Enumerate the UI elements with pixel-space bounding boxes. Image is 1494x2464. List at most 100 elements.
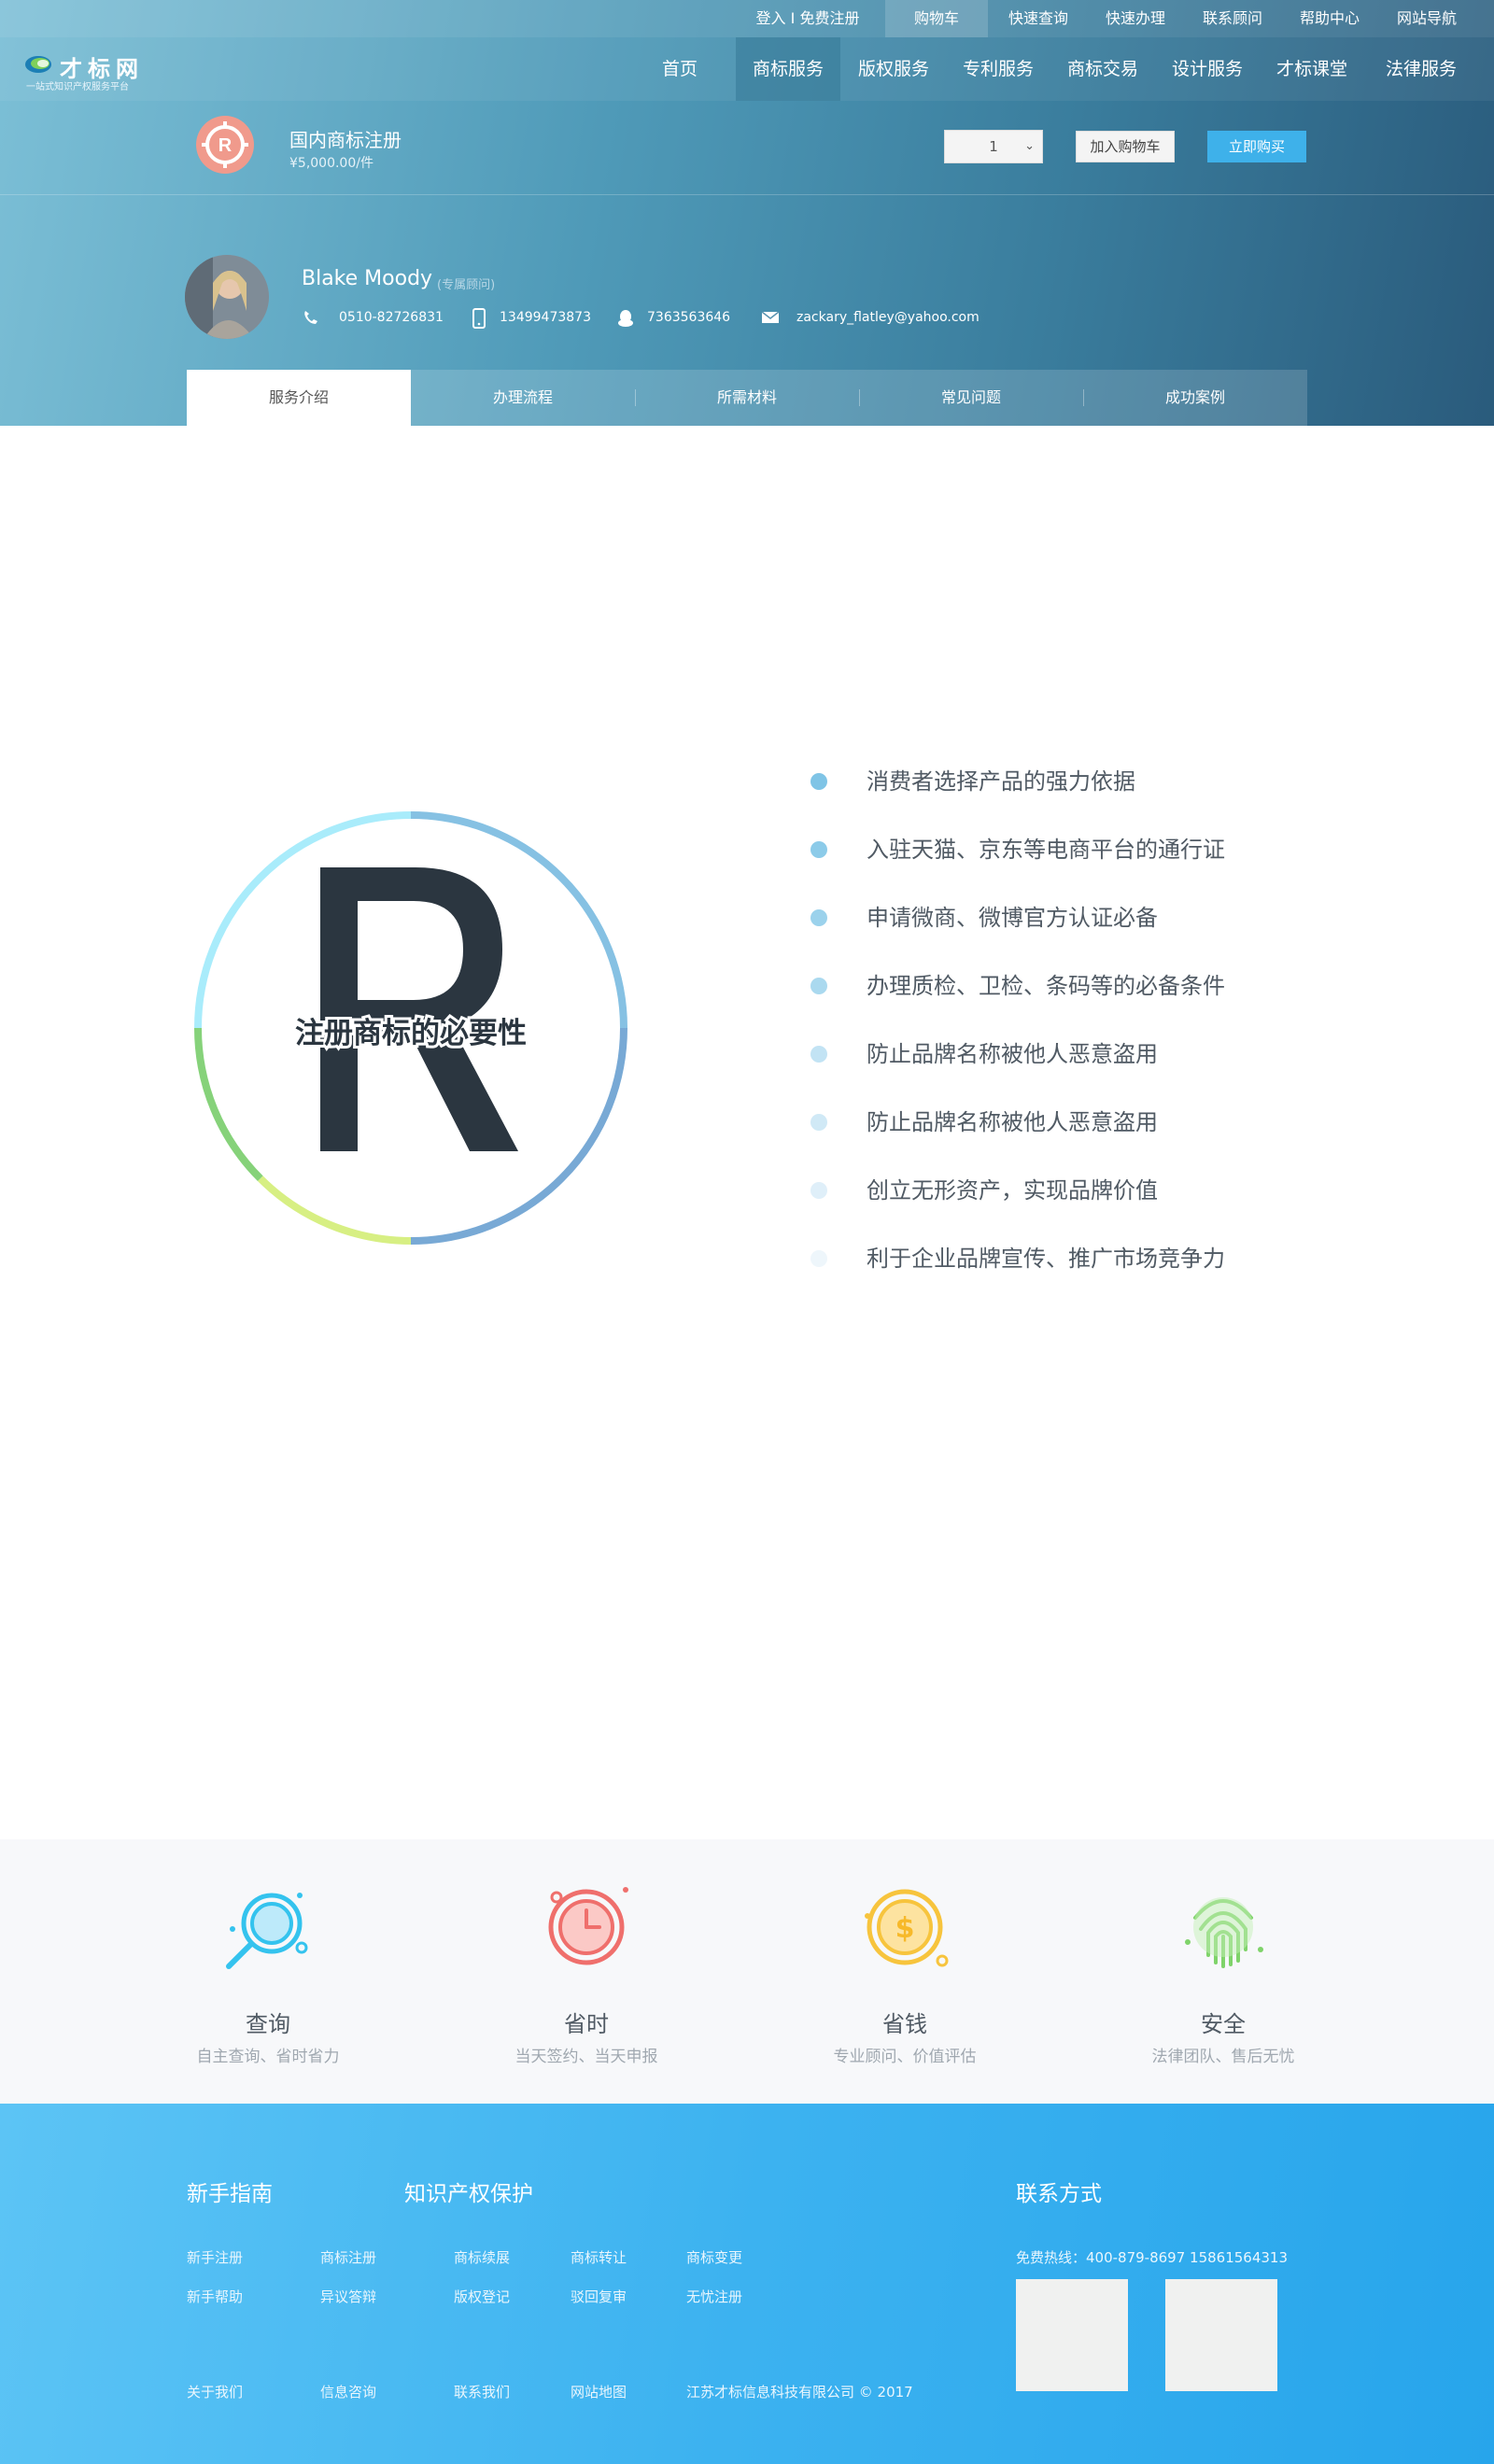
footer-link[interactable]: 网站地图	[571, 2382, 627, 2401]
svg-text:R: R	[218, 135, 233, 156]
coin-icon: $	[865, 1889, 949, 1967]
header-hero: 登入 I 免费注册 购物车 快速查询 快速办理 联系顾问 帮助中心 网站导航 才…	[0, 0, 1494, 426]
feature-save-money: $ 省钱 专业顾问、价值评估	[765, 1839, 1045, 2104]
footer-hotline: 免费热线：400-879-8697 15861564313	[1016, 2249, 1289, 2266]
necessity-item-text: 创立无形资产，实现品牌价值	[867, 1177, 1158, 1204]
nav-legal-service[interactable]: 法律服务	[1366, 37, 1476, 101]
feature-title: 省时	[564, 2011, 609, 2037]
footer-link[interactable]: 信息咨询	[320, 2382, 376, 2401]
buy-now-button[interactable]: 立即购买	[1207, 131, 1306, 162]
bullet-dot-icon	[810, 841, 827, 858]
qq-info: 7363563646	[616, 306, 747, 329]
footer-link[interactable]: 新手注册	[187, 2247, 243, 2267]
feature-subtitle: 法律团队、售后无忧	[1151, 2048, 1295, 2066]
phone-info: 0510-82726831	[302, 306, 451, 329]
chevron-down-icon: ⌄	[1024, 139, 1035, 153]
cart-link[interactable]: 购物车	[885, 0, 988, 37]
necessity-item-text: 利于企业品牌宣传、推广市场竞争力	[867, 1246, 1225, 1272]
tab-service-intro[interactable]: 服务介绍	[187, 370, 411, 426]
footer-link[interactable]: 商标续展	[454, 2247, 510, 2267]
mobile-info: 13499473873	[470, 306, 600, 329]
avatar	[185, 255, 269, 339]
bullet-dot-icon	[810, 909, 827, 926]
nav-patent-service[interactable]: 专利服务	[948, 37, 1049, 101]
tab-process[interactable]: 办理流程	[411, 370, 635, 426]
quick-handle-link[interactable]: 快速办理	[1089, 0, 1182, 37]
feature-security: 安全 法律团队、售后无忧	[1083, 1839, 1363, 2104]
help-center-link[interactable]: 帮助中心	[1283, 0, 1376, 37]
necessity-title: 注册商标的必要性	[295, 1017, 527, 1050]
footer-link[interactable]: 驳回复审	[571, 2287, 627, 2306]
phone-icon	[304, 311, 317, 324]
add-to-cart-button[interactable]: 加入购物车	[1076, 131, 1175, 162]
service-tabs: 服务介绍 办理流程 所需材料 常见问题 成功案例	[187, 370, 1307, 426]
footer-link[interactable]: 商标变更	[686, 2247, 742, 2267]
footer-link[interactable]: 无忧注册	[686, 2287, 742, 2306]
nav-design-service[interactable]: 设计服务	[1157, 37, 1258, 101]
nav-trademark-trade[interactable]: 商标交易	[1052, 37, 1153, 101]
tab-faq[interactable]: 常见问题	[859, 370, 1083, 426]
quantity-value: 1	[989, 138, 998, 155]
consultant-role: (专属顾问)	[437, 278, 496, 292]
qq-number: 7363563646	[647, 310, 731, 325]
necessity-item-text: 办理质检、卫检、条码等的必备条件	[867, 973, 1225, 999]
email-info: zackary_flatley@yahoo.com	[761, 306, 994, 329]
footer: 新手指南 知识产权保护 联系方式 新手注册 新手帮助 商标注册 异议答辩 商标续…	[0, 2104, 1494, 2464]
qr-code	[1165, 2279, 1277, 2391]
consultant-name: Blake Moody	[302, 267, 433, 290]
footer-link[interactable]: 关于我们	[187, 2382, 243, 2401]
logo-mark-icon	[25, 56, 51, 73]
mail-icon	[761, 311, 780, 323]
quantity-select[interactable]: 1 ⌄	[944, 130, 1043, 163]
nav-classroom[interactable]: 才标课堂	[1261, 37, 1362, 101]
bullet-dot-icon	[810, 1046, 827, 1063]
registered-trademark-icon: R	[196, 116, 254, 174]
bullet-dot-icon	[810, 1182, 827, 1199]
mobile-number: 13499473873	[500, 310, 591, 325]
footer-link[interactable]: 新手帮助	[187, 2287, 243, 2306]
footer-link[interactable]: 商标转让	[571, 2247, 627, 2267]
necessity-item-text: 防止品牌名称被他人恶意盗用	[867, 1041, 1158, 1067]
tab-materials[interactable]: 所需材料	[635, 370, 859, 426]
footer-contact-title: 联系方式	[1016, 2182, 1102, 2206]
footer-link[interactable]: 版权登记	[454, 2287, 510, 2306]
bullet-dot-icon	[810, 978, 827, 994]
feature-title: 省钱	[882, 2011, 927, 2037]
bullet-dot-icon	[810, 1114, 827, 1131]
feature-subtitle: 自主查询、省时省力	[196, 2048, 340, 2066]
nav-home[interactable]: 首页	[644, 37, 715, 101]
feature-subtitle: 当天签约、当天申报	[514, 2048, 658, 2066]
feature-search: 查询 自主查询、省时省力	[128, 1839, 408, 2104]
qq-icon	[618, 310, 633, 327]
quick-search-link[interactable]: 快速查询	[992, 0, 1085, 37]
nav-copyright-service[interactable]: 版权服务	[843, 37, 944, 101]
trademark-ring-graphic: 注册商标的必要性	[194, 811, 627, 1245]
footer-copyright: 江苏才标信息科技有限公司 © 2017	[686, 2384, 913, 2401]
product-bar: R 国内商标注册 ¥5,000.00/件 1 ⌄ 加入购物车 立即购买	[0, 101, 1494, 195]
feature-title: 安全	[1201, 2011, 1246, 2037]
svg-text:$: $	[895, 1912, 915, 1945]
feature-subtitle: 专业顾问、价值评估	[833, 2048, 977, 2066]
magnifier-icon	[226, 1893, 308, 1969]
footer-guide-title: 新手指南	[187, 2182, 273, 2206]
necessity-item-text: 申请微商、微博官方认证必备	[867, 905, 1158, 931]
logo[interactable]: 才标网 一站式知识产权服务平台	[24, 50, 164, 92]
product-price: ¥5,000.00/件	[289, 156, 374, 171]
site-nav-link[interactable]: 网站导航	[1380, 0, 1473, 37]
qr-code	[1016, 2279, 1128, 2391]
necessity-item-text: 消费者选择产品的强力依据	[867, 768, 1135, 795]
necessity-item-text: 入驻天猫、京东等电商平台的通行证	[867, 837, 1225, 863]
contact-consultant-link[interactable]: 联系顾问	[1186, 0, 1279, 37]
footer-link[interactable]: 异议答辩	[320, 2287, 376, 2306]
nav-trademark-service[interactable]: 商标服务	[736, 37, 840, 101]
login-register-link[interactable]: 登入 I 免费注册	[738, 0, 878, 37]
footer-ip-title: 知识产权保护	[404, 2182, 533, 2206]
top-bar: 登入 I 免费注册 购物车 快速查询 快速办理 联系顾问 帮助中心 网站导航	[0, 0, 1494, 37]
footer-link[interactable]: 商标注册	[320, 2247, 376, 2267]
tab-success-cases[interactable]: 成功案例	[1083, 370, 1307, 426]
feature-title: 查询	[246, 2011, 290, 2037]
bullet-dot-icon	[810, 773, 827, 790]
phone-number: 0510-82726831	[339, 310, 444, 325]
logo-subtitle: 一站式知识产权服务平台	[26, 82, 129, 92]
footer-link[interactable]: 联系我们	[454, 2382, 510, 2401]
